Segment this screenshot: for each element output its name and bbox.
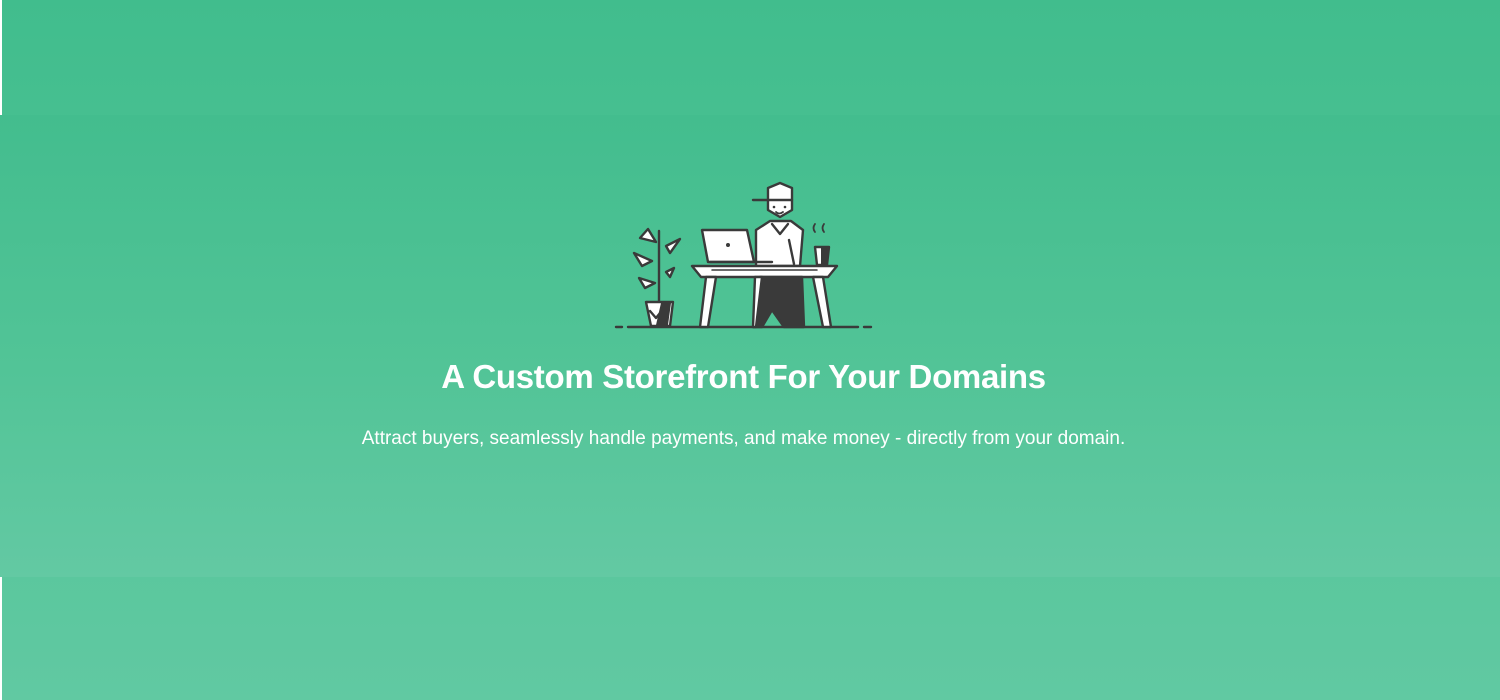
- hero-title: A Custom Storefront For Your Domains: [441, 358, 1046, 395]
- person-at-desk-illustration-icon: [614, 181, 873, 329]
- hero-subtitle: Attract buyers, seamlessly handle paymen…: [361, 428, 1126, 449]
